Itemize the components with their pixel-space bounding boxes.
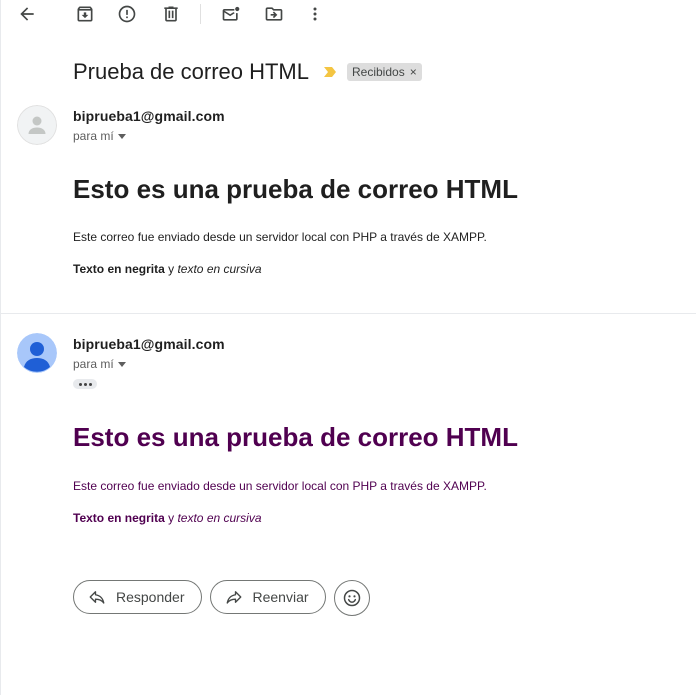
- reply-actions: Responder Reenviar: [73, 580, 370, 616]
- delete-icon: [164, 6, 178, 22]
- email-body: Este correo fue enviado desde un servido…: [73, 479, 487, 493]
- remove-label-icon[interactable]: ×: [410, 65, 417, 79]
- label-chip[interactable]: Recibidos ×: [347, 63, 422, 81]
- forward-icon: [226, 591, 241, 604]
- emoji-icon: [343, 589, 360, 607]
- emoji-reaction-button[interactable]: [333, 580, 370, 616]
- back-button[interactable]: [13, 0, 41, 28]
- bold-text: Texto en negrita: [73, 262, 165, 276]
- email-heading: Esto es una prueba de correo HTML: [73, 422, 518, 452]
- report-spam-button[interactable]: [113, 0, 141, 28]
- dot-icon: [78, 382, 82, 386]
- toolbar: [0, 0, 696, 30]
- recipient-line[interactable]: para mí: [73, 129, 126, 143]
- sender-email[interactable]: biprueba1@gmail.com: [73, 108, 225, 124]
- avatar[interactable]: [17, 333, 57, 373]
- toolbar-divider: [200, 4, 201, 24]
- italic-text: texto en cursiva: [177, 511, 262, 525]
- subject-row: Prueba de correo HTML Recibidos ×: [73, 58, 422, 86]
- email-formatting-line: Texto en negrita y texto en cursiva: [73, 511, 262, 525]
- email-body: Este correo fue enviado desde un servido…: [73, 230, 487, 244]
- move-to-button[interactable]: [260, 0, 288, 28]
- details-chevron-down-icon[interactable]: [117, 362, 126, 367]
- reply-label: Responder: [116, 589, 185, 605]
- recipient-text: para mí: [73, 129, 114, 143]
- details-chevron-down-icon[interactable]: [117, 134, 126, 139]
- label-chip-text: Recibidos: [352, 65, 405, 79]
- delete-button[interactable]: [157, 0, 185, 28]
- email-heading: Esto es una prueba de correo HTML: [73, 174, 518, 204]
- mark-unread-icon: [222, 6, 240, 21]
- recipient-text: para mí: [73, 357, 114, 371]
- reply-icon: [89, 591, 105, 604]
- move-to-icon: [265, 7, 283, 21]
- bold-text: Texto en negrita: [73, 511, 165, 525]
- important-marker-icon[interactable]: [323, 65, 337, 79]
- email-formatting-line: Texto en negrita y texto en cursiva: [73, 262, 262, 276]
- forward-button[interactable]: Reenviar: [209, 580, 326, 614]
- joiner-text: y: [164, 511, 178, 525]
- report-spam-icon: [118, 5, 136, 23]
- dot-icon: [83, 382, 87, 386]
- italic-text: texto en cursiva: [177, 262, 262, 276]
- more-options-button[interactable]: [301, 0, 329, 28]
- avatar[interactable]: [17, 105, 57, 145]
- sender-email[interactable]: biprueba1@gmail.com: [73, 336, 225, 352]
- reply-button[interactable]: Responder: [73, 580, 202, 614]
- show-trimmed-content-button[interactable]: [73, 379, 97, 389]
- default-person-avatar-icon: [17, 105, 57, 145]
- dot-icon: [88, 382, 92, 386]
- mark-unread-button[interactable]: [217, 0, 245, 28]
- message-1: biprueba1@gmail.com para mí Esto es una …: [0, 100, 696, 314]
- back-arrow-icon: [20, 7, 34, 21]
- thread-subject: Prueba de correo HTML: [73, 59, 309, 84]
- blue-person-avatar-icon: [17, 333, 57, 373]
- joiner-text: y: [164, 262, 178, 276]
- forward-label: Reenviar: [252, 589, 309, 605]
- archive-icon: [77, 6, 93, 22]
- recipient-line[interactable]: para mí: [73, 357, 126, 371]
- more-vert-icon: [313, 7, 317, 21]
- archive-button[interactable]: [71, 0, 99, 28]
